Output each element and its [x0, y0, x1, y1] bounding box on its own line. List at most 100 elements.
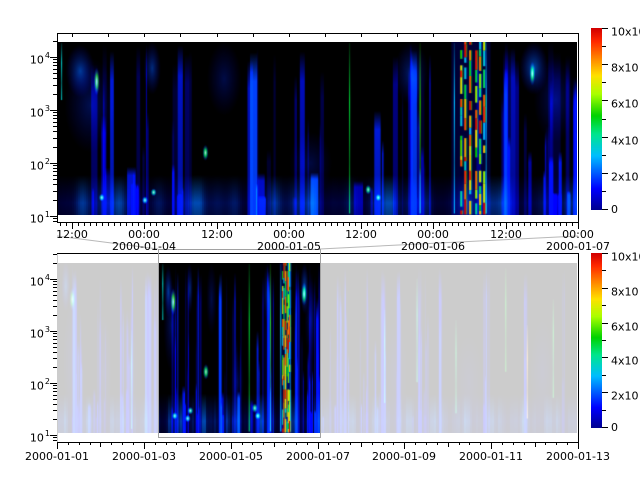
x-axis-tick	[211, 223, 212, 226]
x-axis-tick	[469, 443, 470, 445]
y-axis-minor-tick	[53, 41, 57, 42]
x-axis-tick	[512, 223, 513, 226]
x-tick-date-label: 2000-01-04	[104, 240, 184, 253]
x-axis-tick	[193, 223, 194, 226]
x-axis-tick	[150, 223, 151, 226]
y-axis-major-tick	[50, 216, 57, 217]
y-axis-minor-tick	[53, 168, 57, 169]
y-axis-minor-tick	[53, 440, 57, 441]
x-axis-tick	[247, 223, 248, 226]
colorbar-label: 0	[611, 203, 640, 216]
colorbar-tick	[602, 209, 608, 210]
x-axis-tick	[404, 443, 405, 449]
x-axis-tick	[166, 443, 167, 445]
x-axis-tick	[502, 443, 503, 445]
x-axis-tick	[90, 223, 91, 226]
x-axis-tick	[84, 223, 85, 226]
colorbar-label: 4x107	[611, 351, 640, 364]
y-axis-minor-tick	[53, 94, 57, 95]
x-axis-tick	[156, 223, 157, 226]
x-axis-tick	[111, 443, 112, 445]
x-axis-tick	[271, 223, 272, 226]
x-axis-tick	[180, 223, 181, 226]
x-axis-tick	[500, 223, 501, 226]
y-tick-label: 102	[19, 376, 50, 389]
y-axis-major-tick	[50, 110, 57, 111]
colorbar-label: 2x107	[611, 167, 640, 180]
x-axis-tick	[464, 223, 465, 226]
x-axis-tick-top	[217, 34, 218, 37]
x-tick-date-label: 2000-01-13	[538, 450, 618, 463]
x-axis-tick	[554, 223, 555, 226]
x-axis-tick	[415, 223, 416, 226]
x-axis-tick	[296, 443, 297, 445]
x-axis-tick	[372, 443, 373, 445]
colorbar-tick	[602, 410, 606, 411]
x-axis-tick	[566, 223, 567, 226]
colorbar-tick	[602, 427, 608, 428]
x-axis-tick	[542, 223, 543, 226]
x-axis-tick-top	[397, 34, 398, 37]
y-axis-minor-tick	[53, 410, 57, 411]
x-axis-tick	[100, 443, 101, 447]
y-axis-minor-tick	[53, 59, 57, 60]
colorbar-tick	[602, 340, 606, 341]
x-axis-tick	[325, 223, 326, 226]
x-axis-tick-top	[253, 34, 254, 37]
x-axis-tick	[536, 223, 537, 226]
y-tick-label: 104	[19, 50, 50, 63]
y-axis-minor-tick	[53, 184, 57, 185]
y-axis-minor-tick	[53, 122, 57, 123]
x-axis-tick	[295, 223, 296, 226]
x-axis-tick	[265, 223, 266, 226]
x-axis-tick	[578, 443, 579, 449]
x-axis-tick	[373, 223, 374, 226]
x-axis-tick	[488, 223, 489, 226]
x-axis-tick	[220, 443, 221, 445]
x-axis-tick	[285, 443, 286, 445]
colorbar-tick	[602, 100, 608, 101]
x-axis-tick	[535, 443, 536, 447]
colorbar-tick	[602, 270, 606, 271]
x-axis-tick	[452, 223, 453, 226]
y-axis-minor-tick	[53, 175, 57, 176]
selection-box[interactable]	[158, 249, 321, 438]
y-axis-minor-tick	[53, 385, 57, 386]
x-axis-tick	[393, 443, 394, 445]
x-axis-tick	[383, 443, 384, 445]
x-axis-tick-top	[433, 34, 434, 37]
x-axis-tick	[560, 223, 561, 226]
x-axis-tick	[235, 223, 236, 226]
x-axis-tick	[513, 443, 514, 445]
x-axis-tick	[482, 223, 483, 226]
x-axis-tick	[162, 223, 163, 226]
y-axis-minor-tick	[53, 287, 57, 288]
spectrogram-figure: 12:0000:002000-01-0412:0000:002000-01-05…	[0, 0, 640, 480]
y-axis-minor-tick	[53, 73, 57, 74]
y-axis-major-tick	[50, 383, 57, 384]
y-axis-major-tick	[50, 279, 57, 280]
colorbar-label: 10x107	[611, 247, 640, 260]
x-axis-tick	[545, 443, 546, 445]
x-axis-tick	[122, 443, 123, 445]
x-axis-tick	[343, 223, 344, 226]
y-axis-minor-tick	[53, 300, 57, 301]
x-axis-tick	[367, 223, 368, 226]
x-axis-tick	[277, 223, 278, 226]
y-axis-minor-tick	[53, 179, 57, 180]
colorbar-tick	[602, 253, 608, 254]
colorbar-label: 6x107	[611, 94, 640, 107]
colorbar-label: 10x107	[611, 22, 640, 35]
x-tick-date-label: 2000-01-07	[538, 240, 618, 253]
x-axis-tick	[253, 223, 254, 226]
x-tick-date-label: 2000-01-05	[249, 240, 329, 253]
x-axis-tick	[96, 223, 97, 226]
y-axis-minor-tick	[53, 284, 57, 285]
x-axis-tick	[391, 223, 392, 226]
x-axis-tick-top	[72, 34, 73, 37]
x-tick-time-label: 12:00	[476, 228, 536, 241]
x-axis-tick	[168, 223, 169, 226]
x-tick-date-label: 2000-01-07	[278, 450, 358, 463]
x-axis-tick	[355, 223, 356, 226]
x-axis-tick	[397, 223, 398, 226]
